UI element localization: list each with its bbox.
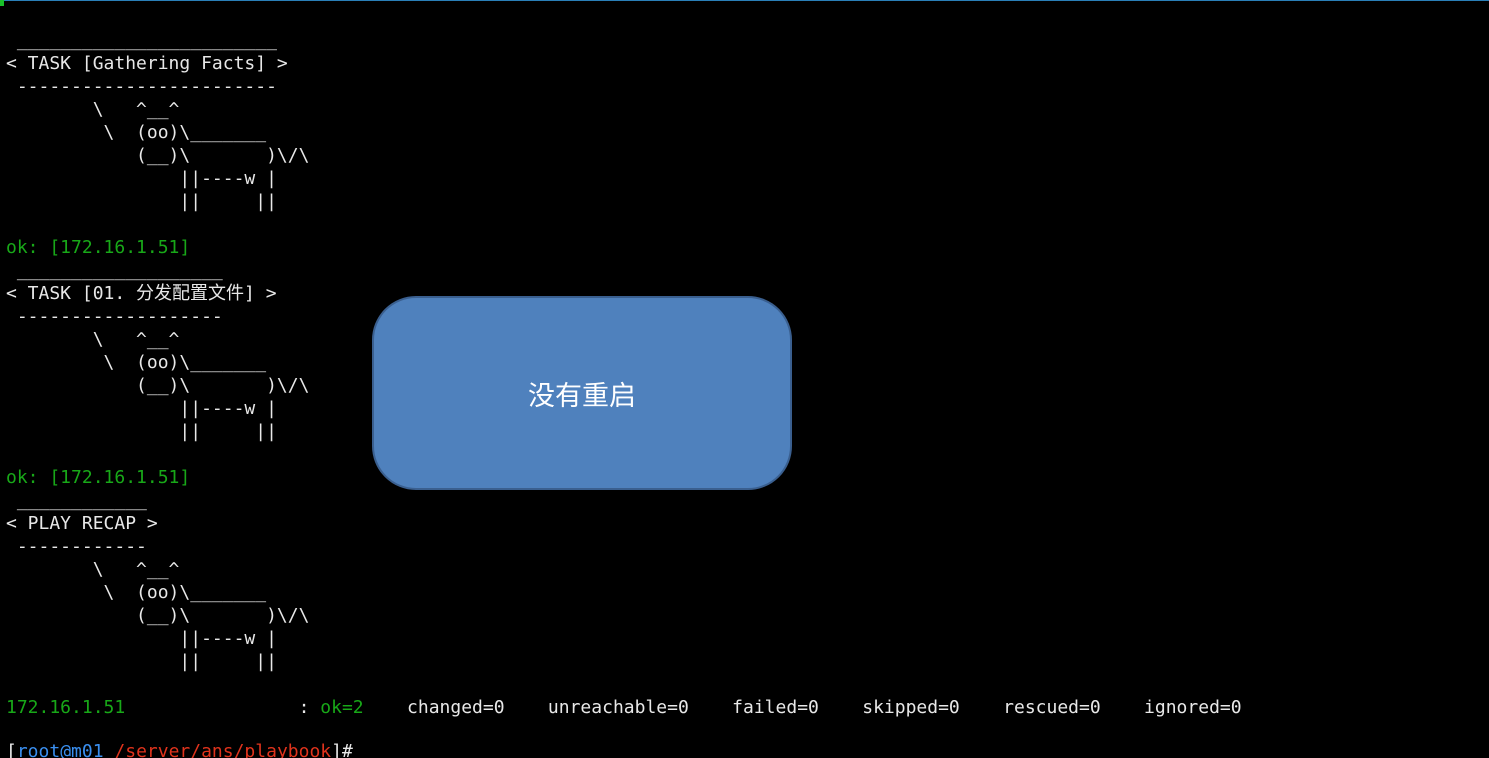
recap-cow-line: || || — [6, 651, 277, 672]
recap-colon: : — [298, 697, 310, 718]
recap-unreachable: unreachable=0 — [547, 697, 689, 718]
prompt-user-host: root@m01 — [16, 741, 104, 758]
recap-bottom-rule: ------------ — [6, 536, 147, 557]
recap-host: 172.16.1.51 — [6, 697, 126, 718]
recap-stats-line: 172.16.1.51 : ok=2 changed=0 unreachable… — [6, 696, 1242, 719]
recap-cow-line: (__)\ )\/\ — [6, 605, 310, 626]
task2-bottom-rule: ------------------- — [6, 306, 223, 327]
task2-header: < TASK [01. 分发配置文件] > — [6, 283, 277, 304]
recap-cow-line: \ (oo)\_______ — [6, 582, 267, 603]
recap-top-rule: ____________ — [6, 490, 147, 511]
task1-cow-line: (__)\ )\/\ — [6, 145, 310, 166]
annotation-callout-text: 没有重启 — [528, 380, 636, 412]
shell-prompt[interactable]: [root@m01 /server/ans/playbook]# — [6, 740, 353, 758]
task1-cow-line: ||----w | — [6, 168, 277, 189]
task2-cow-line: \ (oo)\_______ — [6, 352, 267, 373]
recap-skipped: skipped=0 — [862, 697, 960, 718]
task2-result: ok: [172.16.1.51] — [6, 467, 191, 488]
task1-cow-line: || || — [6, 191, 277, 212]
window-top-border — [0, 0, 1489, 1]
task2-cow-line: ||----w | — [6, 398, 277, 419]
recap-ignored: ignored=0 — [1144, 697, 1242, 718]
task2-cow-line: (__)\ )\/\ — [6, 375, 310, 396]
prompt-path: /server/ans/playbook — [114, 741, 332, 758]
task1-cow-line: \ ^__^ — [6, 99, 180, 120]
task2-cow-line: || || — [6, 421, 277, 442]
prompt-open-bracket: [ — [6, 741, 17, 758]
prompt-close: ]# — [331, 741, 353, 758]
task1-header: < TASK [Gathering Facts] > — [6, 53, 288, 74]
task2-cow-line: \ ^__^ — [6, 329, 180, 350]
terminal-window[interactable]: ________________________ < TASK [Gatheri… — [0, 0, 1489, 758]
terminal-cursor-marker — [0, 0, 4, 6]
recap-ok: ok=2 — [320, 697, 364, 718]
recap-cow-line: \ ^__^ — [6, 559, 180, 580]
task1-result: ok: [172.16.1.51] — [6, 237, 191, 258]
recap-rescued: rescued=0 — [1003, 697, 1101, 718]
recap-cow-line: ||----w | — [6, 628, 277, 649]
task1-cow-line: \ (oo)\_______ — [6, 122, 267, 143]
task1-bottom-rule: ------------------------ — [6, 76, 277, 97]
recap-header: < PLAY RECAP > — [6, 513, 158, 534]
task1-top-rule: ________________________ — [6, 30, 277, 51]
recap-failed: failed=0 — [732, 697, 819, 718]
annotation-callout-box: 没有重启 — [372, 296, 792, 490]
task2-top-rule: ___________________ — [6, 260, 223, 281]
recap-changed: changed=0 — [407, 697, 505, 718]
